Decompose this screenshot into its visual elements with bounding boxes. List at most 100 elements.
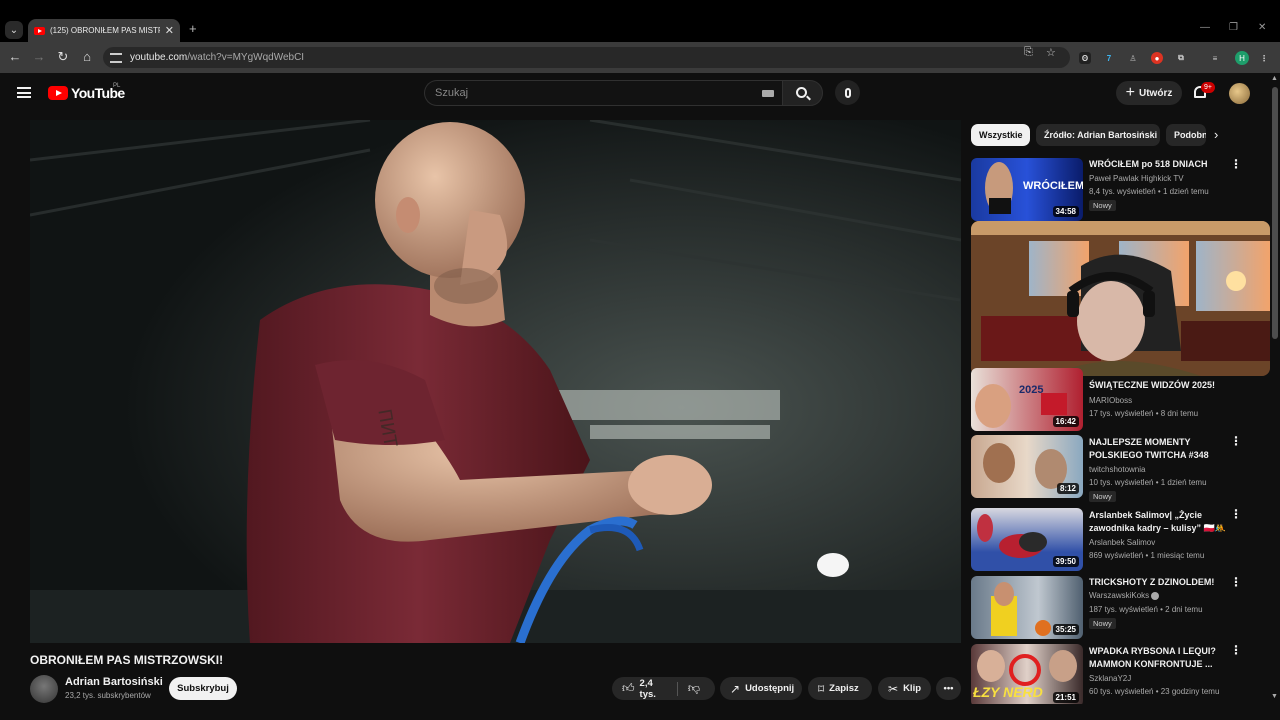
video-thumbnail[interactable]: 39:50 bbox=[971, 508, 1083, 571]
chip-all[interactable]: Wszystkie bbox=[971, 124, 1030, 146]
duration-badge: 39:50 bbox=[1052, 556, 1079, 567]
bookmark-star-icon[interactable]: ☆ bbox=[1046, 46, 1056, 59]
duration-badge: 16:42 bbox=[1052, 416, 1079, 427]
subscriber-count: 23,2 tys. subskrybentów bbox=[65, 691, 151, 700]
thumbnail-text: WRÓCIŁEM bbox=[1023, 180, 1083, 192]
more-vertical-icon[interactable]: ⋮ bbox=[1230, 576, 1242, 588]
create-label: Utwórz bbox=[1139, 87, 1173, 99]
new-badge: Nowy bbox=[1089, 618, 1116, 629]
browser-tab-active[interactable]: (125) OBRONIŁEM PAS MISTRZOWSKI! ✕ bbox=[28, 19, 180, 42]
video-thumbnail[interactable]: WRÓCIŁEM 34:58 bbox=[971, 158, 1083, 221]
new-tab-button[interactable]: + bbox=[189, 21, 197, 36]
rec-channel[interactable]: Paweł Pawlak Highkick TV bbox=[1089, 174, 1184, 183]
video-thumbnail[interactable]: 2025 16:42 bbox=[971, 368, 1083, 431]
more-vertical-icon[interactable]: ⋮ bbox=[1230, 644, 1242, 656]
voice-search-button[interactable] bbox=[835, 80, 860, 105]
page-scrollbar[interactable]: ▲ ▼ bbox=[1270, 73, 1280, 720]
channel-avatar[interactable] bbox=[30, 675, 58, 703]
scrollbar-thumb[interactable] bbox=[1272, 87, 1278, 339]
more-vertical-icon[interactable]: ⋮ bbox=[1230, 435, 1242, 447]
save-button[interactable]: ⌑ Zapisz bbox=[808, 677, 872, 700]
rec-title[interactable]: WRÓCIŁEM po 518 DNIACH bbox=[1089, 158, 1227, 171]
new-badge: Nowy bbox=[1089, 200, 1116, 211]
like-dislike-group: 👍︎ 2,4 tys. 👎︎ bbox=[612, 677, 715, 700]
tab-title: (125) OBRONIŁEM PAS MISTRZOWSKI! bbox=[50, 26, 160, 35]
webcam-overlay bbox=[971, 221, 1270, 376]
rec-title[interactable]: WPADKA RYBSONA I LEQUI? MAMMON KONFRONTU… bbox=[1089, 645, 1227, 671]
create-button[interactable]: + Utwórz bbox=[1116, 81, 1182, 105]
duration-badge: 35:25 bbox=[1052, 624, 1079, 635]
plus-icon: + bbox=[1125, 84, 1135, 101]
rec-channel[interactable]: twitchshotownia bbox=[1089, 465, 1145, 474]
recommendation-item[interactable]: 35:25 TRICKSHOTY Z DZINOLDEM! Warszawski… bbox=[971, 576, 1267, 640]
chevron-right-icon[interactable]: › bbox=[1214, 127, 1218, 142]
hamburger-menu-icon[interactable] bbox=[17, 87, 31, 98]
duration-badge: 21:51 bbox=[1052, 692, 1079, 703]
thumbs-up-icon[interactable]: 👍︎ bbox=[622, 681, 635, 696]
rec-title[interactable]: Arslanbek Salimov| „Życie zawodnika kadr… bbox=[1089, 509, 1227, 535]
subscribe-button[interactable]: Subskrybuj bbox=[169, 677, 237, 700]
url-path: /watch?v=MYgWqdWebCI bbox=[187, 52, 305, 63]
extensions-puzzle-icon[interactable]: ⧉ bbox=[1175, 52, 1187, 64]
pin-extension-icon[interactable]: ♙ bbox=[1127, 52, 1139, 64]
reading-list-icon[interactable]: ≡ bbox=[1209, 52, 1221, 64]
rec-stats: 10 tys. wyświetleń • 1 dzień temu bbox=[1089, 478, 1207, 487]
new-badge: Nowy bbox=[1089, 491, 1116, 502]
clip-button[interactable]: ✂ Klip bbox=[878, 677, 931, 700]
translate-extension-icon[interactable]: 7 bbox=[1103, 52, 1115, 64]
search-button[interactable] bbox=[782, 80, 823, 106]
video-thumbnail[interactable]: 35:25 bbox=[971, 576, 1083, 639]
tab-search-button[interactable]: ⌄ bbox=[5, 21, 23, 39]
account-avatar[interactable] bbox=[1229, 83, 1250, 104]
adblock-extension-icon[interactable]: ● bbox=[1151, 52, 1163, 64]
rec-channel-name: WarszawskiKoks bbox=[1089, 591, 1150, 600]
rec-stats: 8,4 tys. wyświetleń • 1 dzień temu bbox=[1089, 187, 1209, 196]
recommendation-item[interactable]: ŁZY NERD 21:51 WPADKA RYBSONA I LEQUI? M… bbox=[971, 644, 1267, 704]
forward-icon[interactable]: → bbox=[31, 50, 47, 64]
channel-name[interactable]: Adrian Bartosiński bbox=[65, 676, 163, 688]
home-icon[interactable]: ⌂ bbox=[79, 50, 95, 64]
scroll-up-icon[interactable]: ▲ bbox=[1271, 75, 1278, 82]
rec-channel[interactable]: WarszawskiKoks bbox=[1089, 591, 1160, 600]
video-player[interactable]: ПИТ bbox=[30, 120, 961, 643]
rec-stats: 17 tys. wyświetleń • 8 dni temu bbox=[1089, 409, 1199, 418]
restore-icon[interactable]: ❐ bbox=[1229, 22, 1238, 33]
rec-channel[interactable]: Arslanbek Salimov bbox=[1089, 538, 1155, 547]
reload-icon[interactable]: ↻ bbox=[55, 50, 71, 64]
recommendation-item[interactable]: 2025 16:42 ŚWIĄTECZNE WIDZÓW 2025! MARIO… bbox=[971, 368, 1267, 432]
more-vertical-icon[interactable]: ⋮ bbox=[1230, 158, 1242, 170]
keyboard-icon[interactable] bbox=[762, 89, 774, 97]
more-vertical-icon[interactable]: ⋮ bbox=[1230, 508, 1242, 520]
more-actions-button[interactable]: ••• bbox=[936, 677, 961, 700]
extension-icon[interactable]: ʘ bbox=[1079, 52, 1091, 64]
rec-channel[interactable]: SzklanaY2J bbox=[1089, 674, 1131, 683]
rec-channel[interactable]: MARIOboss bbox=[1089, 396, 1132, 405]
video-thumbnail[interactable]: 8:12 bbox=[971, 435, 1083, 498]
video-thumbnail[interactable]: ŁZY NERD 21:51 bbox=[971, 644, 1083, 704]
install-app-icon[interactable]: ⎘ bbox=[1024, 46, 1033, 59]
scroll-down-icon[interactable]: ▼ bbox=[1271, 693, 1278, 700]
share-button[interactable]: ↗ Udostępnij bbox=[720, 677, 802, 700]
tab-close-icon[interactable]: ✕ bbox=[165, 24, 174, 37]
bookmark-icon: ⌑ bbox=[818, 681, 825, 696]
chip-related[interactable]: Podobne bbox=[1166, 124, 1206, 146]
back-icon[interactable]: ← bbox=[7, 50, 23, 64]
site-info-icon[interactable] bbox=[110, 52, 122, 63]
browser-menu-icon[interactable]: ⋮ bbox=[1258, 52, 1270, 64]
chip-from-channel[interactable]: Źródło: Adrian Bartosiński bbox=[1036, 124, 1160, 146]
rec-title[interactable]: TRICKSHOTY Z DZINOLDEM! bbox=[1089, 576, 1227, 589]
address-bar[interactable]: youtube.com/watch?v=MYgWqdWebCI bbox=[103, 47, 1070, 68]
like-count[interactable]: 2,4 tys. bbox=[640, 678, 667, 700]
recommendation-item[interactable]: 39:50 Arslanbek Salimov| „Życie zawodnik… bbox=[971, 508, 1267, 572]
window-close-icon[interactable]: ✕ bbox=[1258, 22, 1266, 33]
save-label: Zapisz bbox=[829, 683, 859, 694]
search-input[interactable] bbox=[435, 87, 762, 99]
rec-title[interactable]: NAJLEPSZE MOMENTY POLSKIEGO TWITCHA #348 bbox=[1089, 436, 1227, 462]
recommendation-item[interactable]: WRÓCIŁEM 34:58 WRÓCIŁEM po 518 DNIACH Pa… bbox=[971, 158, 1267, 222]
thumbnail-text: 2025 bbox=[1019, 384, 1044, 396]
rec-title[interactable]: ŚWIĄTECZNE WIDZÓW 2025! bbox=[1089, 379, 1227, 392]
thumbs-down-icon[interactable]: 👎︎ bbox=[688, 681, 700, 696]
minimize-icon[interactable]: — bbox=[1200, 22, 1210, 33]
recommendation-item[interactable]: 8:12 NAJLEPSZE MOMENTY POLSKIEGO TWITCHA… bbox=[971, 435, 1267, 502]
profile-avatar[interactable]: H bbox=[1235, 51, 1249, 65]
